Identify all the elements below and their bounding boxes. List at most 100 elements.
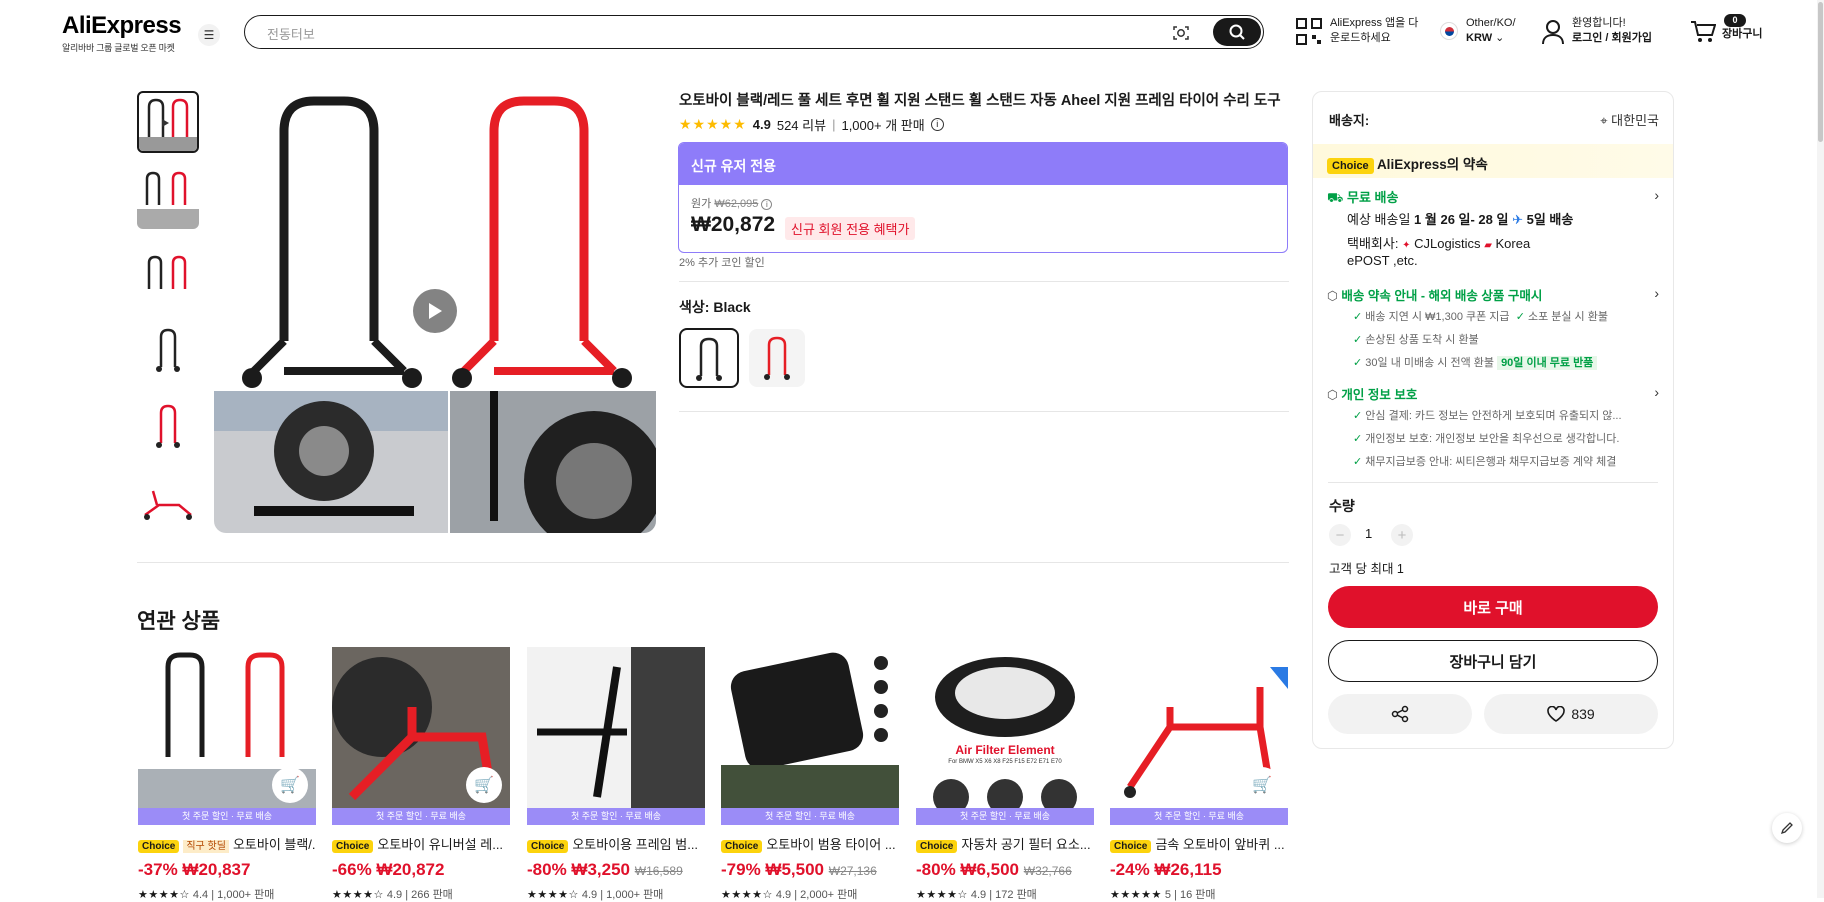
- color-swatch-black[interactable]: [679, 328, 739, 388]
- thumbnail-list: [137, 91, 199, 547]
- play-icon: [429, 303, 442, 319]
- product-card[interactable]: 🛒 첫 주문 할인 · 무료 배송 Choice 금속 오토바이 앞바퀴 ... …: [1110, 647, 1288, 902]
- share-icon: [1391, 705, 1409, 723]
- share-button[interactable]: [1328, 694, 1472, 734]
- chevron-right-icon[interactable]: ›: [1654, 187, 1659, 203]
- info-icon: i: [761, 199, 773, 210]
- product-card-image[interactable]: 🛒 첫 주문 할인 · 무료 배송: [138, 647, 316, 825]
- scrollbar-thumb[interactable]: [1818, 2, 1823, 142]
- sale-price: ₩20,872: [691, 213, 776, 236]
- add-to-cart-icon[interactable]: 🛒: [1244, 767, 1280, 803]
- carrier-info: 택배회사: ✦ CJLogistics ▰ Korea: [1347, 236, 1531, 251]
- add-to-cart-icon[interactable]: 🛒: [272, 767, 308, 803]
- rating-stars-icon: ★★★★☆: [138, 889, 190, 901]
- choice-promise-header: Choice AliExpress의 약속: [1313, 144, 1673, 178]
- free-shipping-section[interactable]: ⛟ 무료 배송: [1327, 187, 1398, 208]
- account-menu[interactable]: 환영합니다! 로그인 / 회원가입: [1572, 16, 1652, 46]
- user-icon: [1542, 20, 1564, 45]
- wishlist-button[interactable]: 839: [1484, 694, 1658, 734]
- location-pin-icon: ⌖: [1600, 113, 1608, 128]
- rating-stars-icon: ★★★★★: [1110, 889, 1162, 901]
- quantity-increase-button[interactable]: +: [1391, 524, 1413, 546]
- add-to-cart-button[interactable]: 장바구니 담기: [1328, 640, 1658, 682]
- product-card[interactable]: 첫 주문 할인 · 무료 배송 Choice 오토바이 범용 타이어 ... -7…: [721, 647, 899, 902]
- rating-stars-icon: ★★★★★: [679, 116, 747, 132]
- rating-stars-icon: ★★★★☆: [916, 889, 968, 901]
- korea-post-icon: ▰: [1484, 240, 1492, 251]
- truck-icon: ⛟: [1327, 190, 1344, 205]
- add-to-cart-icon[interactable]: 🛒: [466, 767, 502, 803]
- search-icon: [1229, 24, 1245, 40]
- menu-icon[interactable]: ☰: [198, 24, 220, 46]
- chevron-right-icon[interactable]: ›: [1654, 285, 1659, 301]
- divider: [1328, 482, 1658, 483]
- info-icon[interactable]: i: [930, 118, 944, 131]
- thumbnail-4[interactable]: [137, 319, 199, 381]
- product-card-image[interactable]: Air Filter Element For BMW X5 X6 X8 F25 …: [916, 647, 1094, 825]
- product-card-image[interactable]: 첫 주문 할인 · 무료 배송: [721, 647, 899, 825]
- divider: [137, 562, 1289, 563]
- rating-stars-icon: ★★★★☆: [332, 889, 384, 901]
- buy-now-button[interactable]: 바로 구매: [1328, 586, 1658, 628]
- quantity-value[interactable]: 1: [1365, 526, 1372, 541]
- product-card[interactable]: Air Filter Element For BMW X5 X6 X8 F25 …: [916, 647, 1094, 902]
- delivery-guarantee-section[interactable]: ⬡ 배송 약속 안내 - 해외 배송 상품 구매시: [1327, 285, 1542, 304]
- delivery-estimate: 예상 배송일 1 월 26 일- 28 일 ✈ 5일 배송: [1347, 212, 1574, 227]
- quantity-decrease-button[interactable]: −: [1329, 524, 1351, 546]
- region-currency-selector[interactable]: Other/KO/ KRW ⌄: [1466, 16, 1516, 46]
- color-swatch-red[interactable]: [749, 329, 805, 387]
- color-label: 색상: Black: [679, 299, 751, 315]
- search-input[interactable]: 전동터보: [267, 24, 315, 43]
- divider: [679, 281, 1289, 282]
- product-card[interactable]: 🛒 첫 주문 할인 · 무료 배송 Choice 직구 핫딜 오토바이 블랙/...…: [138, 647, 316, 902]
- download-app-link[interactable]: AliExpress 앱을 다 운로드하세요: [1330, 16, 1418, 46]
- edit-icon[interactable]: [1772, 813, 1802, 843]
- new-user-promo-box: 신규 유저 전용 원가 ₩62,095 i ₩20,872 신규 회원 전용 혜…: [678, 142, 1288, 253]
- product-title: 오토바이 블랙/레드 풀 세트 후면 휠 지원 스탠드 휠 스탠드 자동 Ahe…: [679, 93, 1281, 109]
- thumbnail-6[interactable]: [137, 471, 199, 533]
- cart-count-badge: 0: [1724, 14, 1746, 27]
- cart-icon[interactable]: [1690, 20, 1716, 44]
- image-search-icon[interactable]: [1171, 23, 1191, 43]
- related-products-title: 연관 상품: [137, 610, 221, 633]
- chevron-down-icon: ⌄: [1495, 32, 1505, 44]
- thumbnail-3[interactable]: [137, 243, 199, 305]
- qr-code-icon: [1296, 18, 1322, 45]
- privacy-section[interactable]: ⬡ 개인 정보 보호: [1327, 384, 1417, 403]
- coin-discount: 2% 추가 코인 할인: [679, 257, 765, 269]
- cj-logo-icon: ✦: [1402, 240, 1411, 251]
- shield-icon: ⬡: [1327, 289, 1338, 303]
- thumbnail-1[interactable]: [137, 91, 199, 153]
- choice-badge: Choice: [1327, 158, 1374, 174]
- product-card[interactable]: 🛒 첫 주문 할인 · 무료 배송 Choice 오토바이 유니버설 레... -…: [332, 647, 510, 902]
- price-badge: 신규 회원 전용 혜택가: [785, 217, 916, 240]
- product-card-image[interactable]: 🛒 첫 주문 할인 · 무료 배송: [332, 647, 510, 825]
- cart-link[interactable]: 0 장바구니: [1722, 14, 1762, 42]
- top-header: AliExpress 알리바바 그룹 글로벌 오픈 마켓 ☰ 전동터보 AliE…: [0, 0, 1824, 64]
- product-rating-row[interactable]: ★★★★★ 4.9 524 리뷰 | 1,000+ 개 판매 i: [679, 115, 944, 134]
- play-video-button[interactable]: [413, 289, 457, 333]
- divider: [679, 411, 1289, 412]
- shield-check-icon: ⬡: [1327, 388, 1338, 402]
- purchase-panel: 배송지: ⌖ 대한민국 Choice AliExpress의 약속 ⛟ 무료 배…: [1312, 91, 1674, 749]
- product-card-image[interactable]: 🛒 첫 주문 할인 · 무료 배송: [1110, 647, 1288, 825]
- product-image-caption: Air Filter Element: [955, 743, 1055, 757]
- chevron-right-icon[interactable]: ›: [1654, 384, 1659, 400]
- search-button[interactable]: [1213, 18, 1261, 46]
- original-price: 원가 ₩62,095 i: [691, 195, 773, 211]
- plane-icon: ✈: [1512, 212, 1523, 227]
- main-product-image[interactable]: [214, 91, 656, 533]
- thumbnail-5[interactable]: [137, 395, 199, 457]
- aliexpress-logo[interactable]: AliExpress 알리바바 그룹 글로벌 오픈 마켓: [62, 12, 182, 54]
- korea-flag-icon: [1440, 22, 1458, 40]
- product-card[interactable]: 첫 주문 할인 · 무료 배송 Choice 오토바이용 프레임 범... -80…: [527, 647, 705, 902]
- rating-stars-icon: ★★★★☆: [527, 889, 579, 901]
- page-scrollbar[interactable]: [1817, 0, 1824, 898]
- product-card-image[interactable]: 첫 주문 할인 · 무료 배송: [527, 647, 705, 825]
- ship-location-selector[interactable]: ⌖ 대한민국: [1600, 110, 1659, 129]
- thumbnail-2[interactable]: [137, 167, 199, 229]
- free-return-badge: 90일 이내 무료 반품: [1497, 356, 1598, 370]
- rating-stars-icon: ★★★★☆: [721, 889, 773, 901]
- heart-icon: [1547, 706, 1566, 722]
- search-bar[interactable]: 전동터보: [244, 15, 1264, 49]
